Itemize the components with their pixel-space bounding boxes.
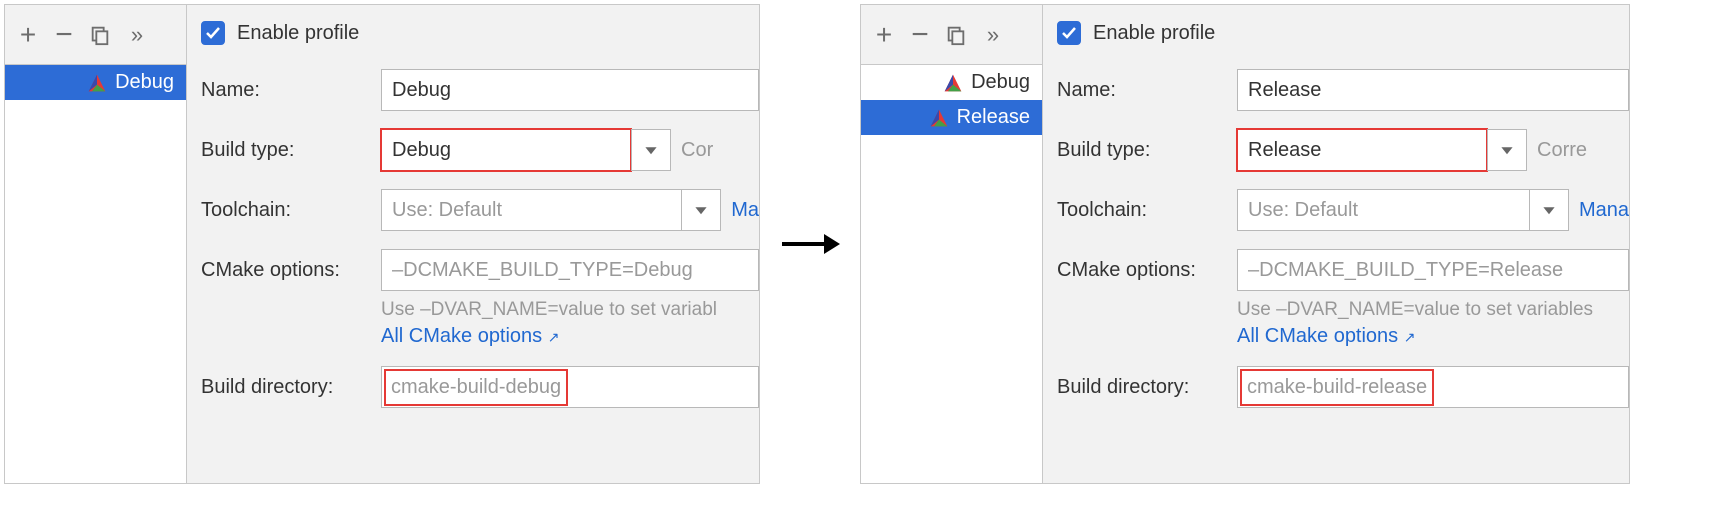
build-type-dropdown-button[interactable] [1487,129,1527,171]
profile-item-debug[interactable]: Debug [861,65,1042,100]
cmake-options-label: CMake options: [201,259,373,282]
build-dir-label: Build directory: [201,376,373,399]
build-type-trailing: Corre [1537,139,1587,162]
settings-panel-before: + − » Debug Enable profile Name: Debug [4,4,760,484]
manage-toolchain-link[interactable]: Ma [731,199,759,222]
toolchain-dropdown-button[interactable] [1529,189,1569,231]
form-area: Enable profile Name: Release Build type:… [1043,5,1629,483]
more-button[interactable]: » [121,20,151,50]
duplicate-profile-button[interactable] [941,20,971,50]
profile-list: Debug Release [861,65,1042,483]
copy-icon [89,24,111,46]
profile-item-release[interactable]: Release [861,100,1042,135]
cmake-hint: Use –DVAR_NAME=value to set variables [1237,299,1629,321]
build-type-dropdown-button[interactable] [631,129,671,171]
sidebar: + − » Debug Release [861,5,1043,483]
sidebar-toolbar: + − » [5,5,186,65]
sidebar-toolbar: + − » [861,5,1042,65]
arrow-right-icon [780,229,840,259]
external-link-icon: ↗ [548,329,560,345]
profile-item-label: Debug [971,71,1030,94]
profile-item-label: Debug [115,71,174,94]
build-type-trailing: Cor [681,139,713,162]
remove-profile-button[interactable]: − [905,20,935,50]
toolchain-select[interactable]: Use: Default [381,189,681,231]
check-icon [1061,25,1077,41]
add-profile-button[interactable]: + [13,20,43,50]
cmake-hint: Use –DVAR_NAME=value to set variabl [381,299,759,321]
cmake-options-input[interactable]: –DCMAKE_BUILD_TYPE=Debug [381,249,759,291]
cmake-icon [87,73,107,93]
sidebar: + − » Debug [5,5,187,483]
toolchain-label: Toolchain: [1057,199,1229,222]
cmake-options-input[interactable]: –DCMAKE_BUILD_TYPE=Release [1237,249,1629,291]
profile-item-label: Release [957,106,1030,129]
build-dir-input[interactable]: cmake-build-release [1237,366,1629,408]
settings-panel-after: + − » Debug Release Enable profile [860,4,1630,484]
build-type-input[interactable]: Debug [381,129,631,171]
name-input[interactable]: Debug [381,69,759,111]
chevron-down-icon [1542,203,1556,217]
check-icon [205,25,221,41]
enable-profile-label: Enable profile [1093,22,1215,45]
toolchain-dropdown-button[interactable] [681,189,721,231]
cmake-options-link[interactable]: All CMake options ↗ [1237,325,1629,348]
cmake-options-link[interactable]: All CMake options ↗ [381,325,759,348]
build-dir-input[interactable]: cmake-build-debug [381,366,759,408]
name-label: Name: [1057,79,1229,102]
enable-profile-label: Enable profile [237,22,359,45]
cmake-icon [943,73,963,93]
profile-list: Debug [5,65,186,483]
name-input[interactable]: Release [1237,69,1629,111]
cmake-options-label: CMake options: [1057,259,1229,282]
build-dir-label: Build directory: [1057,376,1229,399]
chevron-down-icon [694,203,708,217]
cmake-icon [929,108,949,128]
remove-profile-button[interactable]: − [49,20,79,50]
profile-item-debug[interactable]: Debug [5,65,186,100]
name-label: Name: [201,79,373,102]
duplicate-profile-button[interactable] [85,20,115,50]
chevron-down-icon [644,143,658,157]
chevron-down-icon [1500,143,1514,157]
build-type-label: Build type: [1057,139,1229,162]
toolchain-select[interactable]: Use: Default [1237,189,1529,231]
toolchain-label: Toolchain: [201,199,373,222]
enable-profile-checkbox[interactable] [1057,21,1081,45]
build-type-label: Build type: [201,139,373,162]
transition-arrow [780,4,840,484]
external-link-icon: ↗ [1404,329,1416,345]
manage-toolchain-link[interactable]: Mana [1579,199,1629,222]
more-button[interactable]: » [977,20,1007,50]
form-area: Enable profile Name: Debug Build type: D… [187,5,759,483]
copy-icon [945,24,967,46]
enable-profile-checkbox[interactable] [201,21,225,45]
build-type-input[interactable]: Release [1237,129,1487,171]
add-profile-button[interactable]: + [869,20,899,50]
